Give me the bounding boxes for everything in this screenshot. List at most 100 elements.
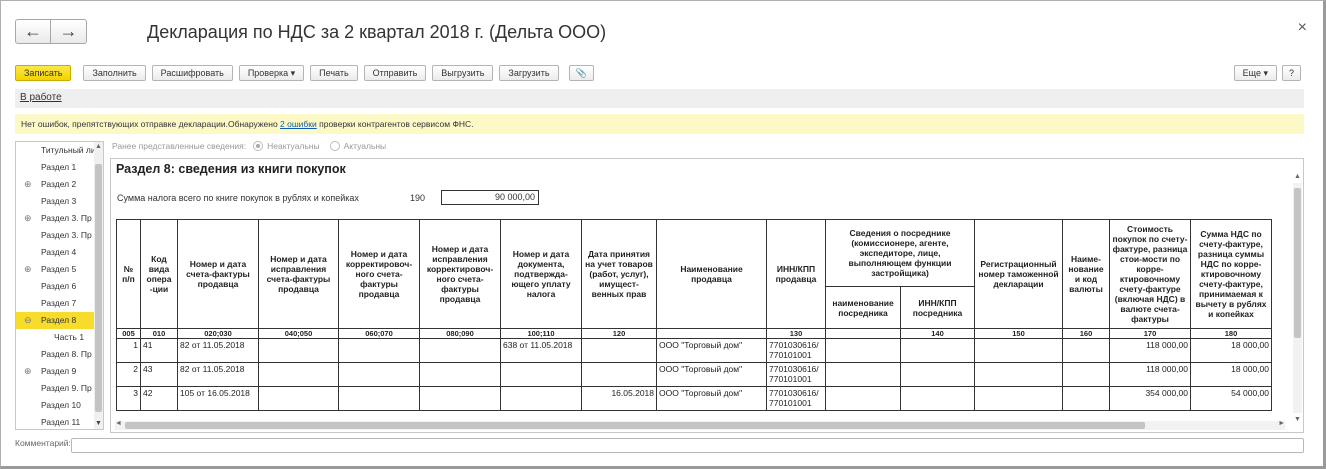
scroll-up-icon[interactable]: ▲: [95, 143, 102, 150]
notice-errors-link[interactable]: 2 ошибки: [280, 119, 317, 129]
cell-corr-fix[interactable]: [419, 362, 501, 387]
comment-input[interactable]: [71, 438, 1304, 453]
tax-sum-value[interactable]: 90 000,00: [441, 190, 539, 205]
cell-inn[interactable]: 7701030616/ 770101001: [766, 338, 826, 363]
cell-customs[interactable]: [974, 386, 1063, 411]
cell-pay[interactable]: [500, 362, 582, 387]
cell-inn[interactable]: 7701030616/ 770101001: [766, 386, 826, 411]
forward-arrow-icon[interactable]: →: [51, 19, 87, 44]
doc-scroll-left-icon[interactable]: ◄: [115, 420, 122, 427]
sidebar-item[interactable]: Раздел 10: [16, 397, 103, 414]
cell-inv[interactable]: 82 от 11.05.2018: [177, 362, 259, 387]
document-horizontal-scrollbar[interactable]: ◄ ►: [115, 420, 1285, 430]
sidebar-item[interactable]: ⊕ Раздел 9: [16, 363, 103, 380]
doc-hscroll-thumb[interactable]: [125, 422, 1145, 429]
cell-date[interactable]: [581, 362, 657, 387]
status-link[interactable]: В работе: [20, 92, 62, 103]
save-button[interactable]: Записать: [15, 65, 72, 81]
cell-op[interactable]: 41: [140, 338, 178, 363]
sidebar-scrollbar[interactable]: ▲ ▼: [94, 142, 103, 429]
cell-agent-inn[interactable]: [900, 362, 975, 387]
sidebar-item[interactable]: ⊕ Раздел 2: [16, 176, 103, 193]
cell-cur[interactable]: [1062, 338, 1110, 363]
cell-agent-name[interactable]: [825, 338, 901, 363]
cell-corr[interactable]: [338, 362, 420, 387]
cell-agent-inn[interactable]: [900, 386, 975, 411]
expand-toggle-icon[interactable]: ⊕: [24, 210, 32, 227]
check-dropdown-button[interactable]: Проверка ▾: [238, 65, 305, 81]
doc-vscroll-thumb[interactable]: [1294, 188, 1301, 338]
cell-customs[interactable]: [974, 362, 1063, 387]
sidebar-item[interactable]: Раздел 1: [16, 159, 103, 176]
sidebar-item[interactable]: Часть 1: [16, 329, 103, 346]
download-button[interactable]: Загрузить: [499, 65, 559, 81]
send-button[interactable]: Отправить: [363, 65, 427, 81]
cell-seller[interactable]: ООО "Торговый дом": [656, 338, 767, 363]
attach-icon[interactable]: 📎: [568, 65, 594, 81]
expand-toggle-icon[interactable]: ⊕: [24, 363, 32, 380]
sidebar-item[interactable]: Раздел 11: [16, 414, 103, 429]
sidebar-item[interactable]: Раздел 6: [16, 278, 103, 295]
cell-date[interactable]: 16.05.2018: [581, 386, 657, 411]
radio-actual[interactable]: [329, 141, 340, 151]
sidebar-item[interactable]: Титульный ли: [16, 142, 103, 159]
cell-op[interactable]: 42: [140, 386, 178, 411]
cell-op[interactable]: 43: [140, 362, 178, 387]
cell-inv-fix[interactable]: [258, 338, 339, 363]
cell-inn[interactable]: 7701030616/ 770101001: [766, 362, 826, 387]
cell-num[interactable]: 1: [116, 338, 141, 363]
upload-button[interactable]: Выгрузить: [432, 65, 494, 81]
sidebar-item[interactable]: ⊕ Раздел 3. Пр: [16, 210, 103, 227]
cell-date[interactable]: [581, 338, 657, 363]
cell-seller[interactable]: ООО "Торговый дом": [656, 386, 767, 411]
expand-toggle-icon[interactable]: ⊖: [24, 312, 32, 329]
table-row[interactable]: 2 43 82 от 11.05.2018 ООО "Торговый дом" 770…: [116, 362, 1272, 387]
cell-num[interactable]: 2: [116, 362, 141, 387]
cell-inv[interactable]: 82 от 11.05.2018: [177, 338, 259, 363]
cell-inv-fix[interactable]: [258, 362, 339, 387]
close-icon[interactable]: ×: [1298, 19, 1307, 37]
sidebar-item[interactable]: Раздел 4: [16, 244, 103, 261]
cell-cost[interactable]: 354 000,00: [1109, 386, 1191, 411]
doc-scroll-down-icon[interactable]: ▼: [1294, 416, 1301, 423]
sidebar-item[interactable]: Раздел 8. Пр: [16, 346, 103, 363]
cell-corr[interactable]: [338, 386, 420, 411]
cell-cur[interactable]: [1062, 362, 1110, 387]
doc-scroll-up-icon[interactable]: ▲: [1294, 173, 1301, 180]
cell-customs[interactable]: [974, 338, 1063, 363]
help-button[interactable]: ?: [1281, 65, 1301, 81]
cell-agent-inn[interactable]: [900, 338, 975, 363]
cell-cost[interactable]: 118 000,00: [1109, 362, 1191, 387]
print-button[interactable]: Печать: [310, 65, 358, 81]
cell-inv-fix[interactable]: [258, 386, 339, 411]
cell-vat[interactable]: 18 000,00: [1190, 338, 1272, 363]
sidebar-item[interactable]: Раздел 3. Пр: [16, 227, 103, 244]
sidebar-scroll-thumb[interactable]: [95, 164, 102, 412]
cell-agent-name[interactable]: [825, 362, 901, 387]
cell-corr[interactable]: [338, 338, 420, 363]
fill-button[interactable]: Заполнить: [83, 65, 146, 81]
sidebar-item[interactable]: Раздел 7: [16, 295, 103, 312]
cell-cur[interactable]: [1062, 386, 1110, 411]
decode-button[interactable]: Расшифровать: [151, 65, 233, 81]
document-vertical-scrollbar[interactable]: ▲ ▼: [1293, 173, 1302, 423]
table-row[interactable]: 1 41 82 от 11.05.2018 638 от 11.05.2018 ООО …: [116, 338, 1272, 363]
doc-scroll-right-icon[interactable]: ►: [1278, 420, 1285, 427]
cell-corr-fix[interactable]: [419, 338, 501, 363]
cell-agent-name[interactable]: [825, 386, 901, 411]
cell-pay[interactable]: 638 от 11.05.2018: [500, 338, 582, 363]
scroll-down-icon[interactable]: ▼: [95, 420, 102, 427]
back-arrow-icon[interactable]: ←: [15, 19, 51, 44]
sidebar-item[interactable]: Раздел 9. Пр: [16, 380, 103, 397]
table-row[interactable]: 3 42 105 от 16.05.2018 16.05.2018 ООО "Торго…: [116, 386, 1272, 411]
expand-toggle-icon[interactable]: ⊕: [24, 176, 32, 193]
radio-not-actual[interactable]: [253, 141, 264, 151]
cell-vat[interactable]: 54 000,00: [1190, 386, 1272, 411]
cell-pay[interactable]: [500, 386, 582, 411]
sidebar-item[interactable]: ⊕ Раздел 5: [16, 261, 103, 278]
cell-inv[interactable]: 105 от 16.05.2018: [177, 386, 259, 411]
expand-toggle-icon[interactable]: ⊕: [24, 261, 32, 278]
cell-cost[interactable]: 118 000,00: [1109, 338, 1191, 363]
more-button[interactable]: Еще ▾: [1233, 65, 1277, 81]
sidebar-item[interactable]: Раздел 3: [16, 193, 103, 210]
